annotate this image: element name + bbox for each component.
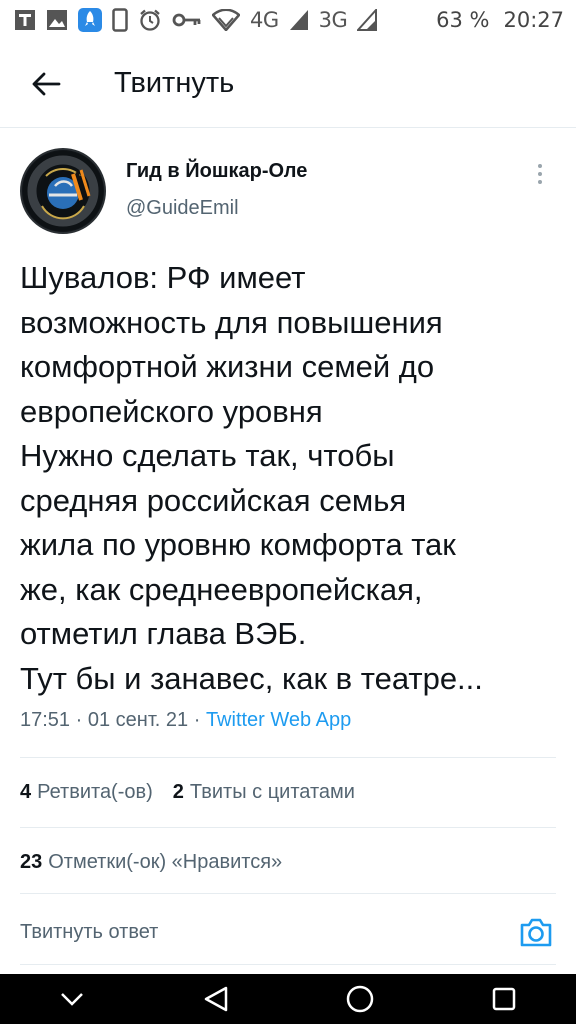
likes-count: 23 xyxy=(20,851,43,873)
reply-input[interactable]: Твитнуть ответ xyxy=(20,921,158,944)
tweet-source-link[interactable]: Twitter Web App xyxy=(206,709,351,731)
text-notification-icon xyxy=(14,9,36,31)
battery-percent: 63 % xyxy=(436,8,490,32)
likes-stat[interactable]: 23 Отметки(-ок) «Нравится» xyxy=(20,851,282,874)
avatar[interactable] xyxy=(20,148,106,234)
quotes-count: 2 xyxy=(172,781,184,803)
author-handle[interactable]: @GuideEmil xyxy=(126,197,307,220)
image-notification-icon xyxy=(46,9,68,31)
author-row: Гид в Йошкар-Оле @GuideEmil xyxy=(20,148,556,238)
divider xyxy=(20,757,556,758)
network-3g-label: 3G xyxy=(318,8,348,32)
clock-time: 20:27 xyxy=(503,8,564,32)
back-button[interactable] xyxy=(16,54,76,114)
nav-back-button[interactable] xyxy=(186,974,246,1024)
likes-stats-row: 23 Отметки(-ок) «Нравится» xyxy=(20,851,282,874)
status-right: 63 % 20:27 xyxy=(436,8,564,32)
meta-separator: · xyxy=(75,709,83,731)
more-dot xyxy=(538,164,542,168)
chevron-down-icon xyxy=(61,993,83,1006)
divider xyxy=(20,964,556,965)
app-header: Твитнуть xyxy=(0,40,576,128)
system-navigation-bar xyxy=(0,974,576,1024)
quotes-stat[interactable]: 2 Твиты с цитатами xyxy=(173,781,355,804)
tweet-text: Шувалов: РФ имеет возможность для повыше… xyxy=(20,260,483,696)
avatar-emblem-icon xyxy=(23,151,103,231)
retweets-count: 4 xyxy=(20,781,32,803)
retweets-stat[interactable]: 4 Ретвита(-ов) xyxy=(20,781,153,804)
more-options-button[interactable] xyxy=(528,162,552,186)
wifi-icon xyxy=(212,9,240,31)
status-left: 4G 3G xyxy=(14,8,378,32)
meta-separator: · xyxy=(193,709,201,731)
author-display-name[interactable]: Гид в Йошкар-Оле xyxy=(126,160,307,183)
triangle-back-icon xyxy=(204,986,228,1012)
nav-collapse-button[interactable] xyxy=(42,974,102,1024)
tweet-detail: Гид в Йошкар-Оле @GuideEmil Шувалов: РФ … xyxy=(20,148,556,732)
network-4g-label: 4G xyxy=(250,8,279,32)
key-icon xyxy=(172,12,202,28)
nav-recents-button[interactable] xyxy=(474,974,534,1024)
tweet-meta: 17:51 · 01 сент. 21 · Twitter Web App xyxy=(20,709,556,732)
status-bar: 4G 3G 63 % 20:27 xyxy=(0,0,576,40)
signal-4g-icon xyxy=(289,9,309,31)
likes-label: Отметки(-ок) «Нравится» xyxy=(48,851,283,873)
signal-3g-icon xyxy=(357,9,378,31)
more-dot xyxy=(538,180,542,184)
circle-home-icon xyxy=(346,985,374,1013)
reply-composer: Твитнуть ответ xyxy=(20,900,556,964)
more-dot xyxy=(538,172,542,176)
retweets-label: Ретвита(-ов) xyxy=(37,781,153,803)
camera-icon[interactable] xyxy=(518,914,554,950)
rocket-app-icon xyxy=(78,8,102,32)
arrow-left-icon xyxy=(32,72,61,95)
divider xyxy=(20,893,556,894)
author-info: Гид в Йошкар-Оле @GuideEmil xyxy=(126,160,307,220)
nav-home-button[interactable] xyxy=(330,974,390,1024)
quotes-label: Твиты с цитатами xyxy=(189,781,355,803)
tweet-date: 01 сент. 21 xyxy=(87,709,189,731)
engagement-stats-row: 4 Ретвита(-ов) 2 Твиты с цитатами xyxy=(20,781,355,804)
divider xyxy=(20,827,556,828)
page-title: Твитнуть xyxy=(114,67,235,99)
square-recents-icon xyxy=(492,987,516,1011)
phone-icon xyxy=(112,8,128,32)
alarm-clock-icon xyxy=(138,8,162,32)
tweet-time: 17:51 xyxy=(20,709,71,731)
